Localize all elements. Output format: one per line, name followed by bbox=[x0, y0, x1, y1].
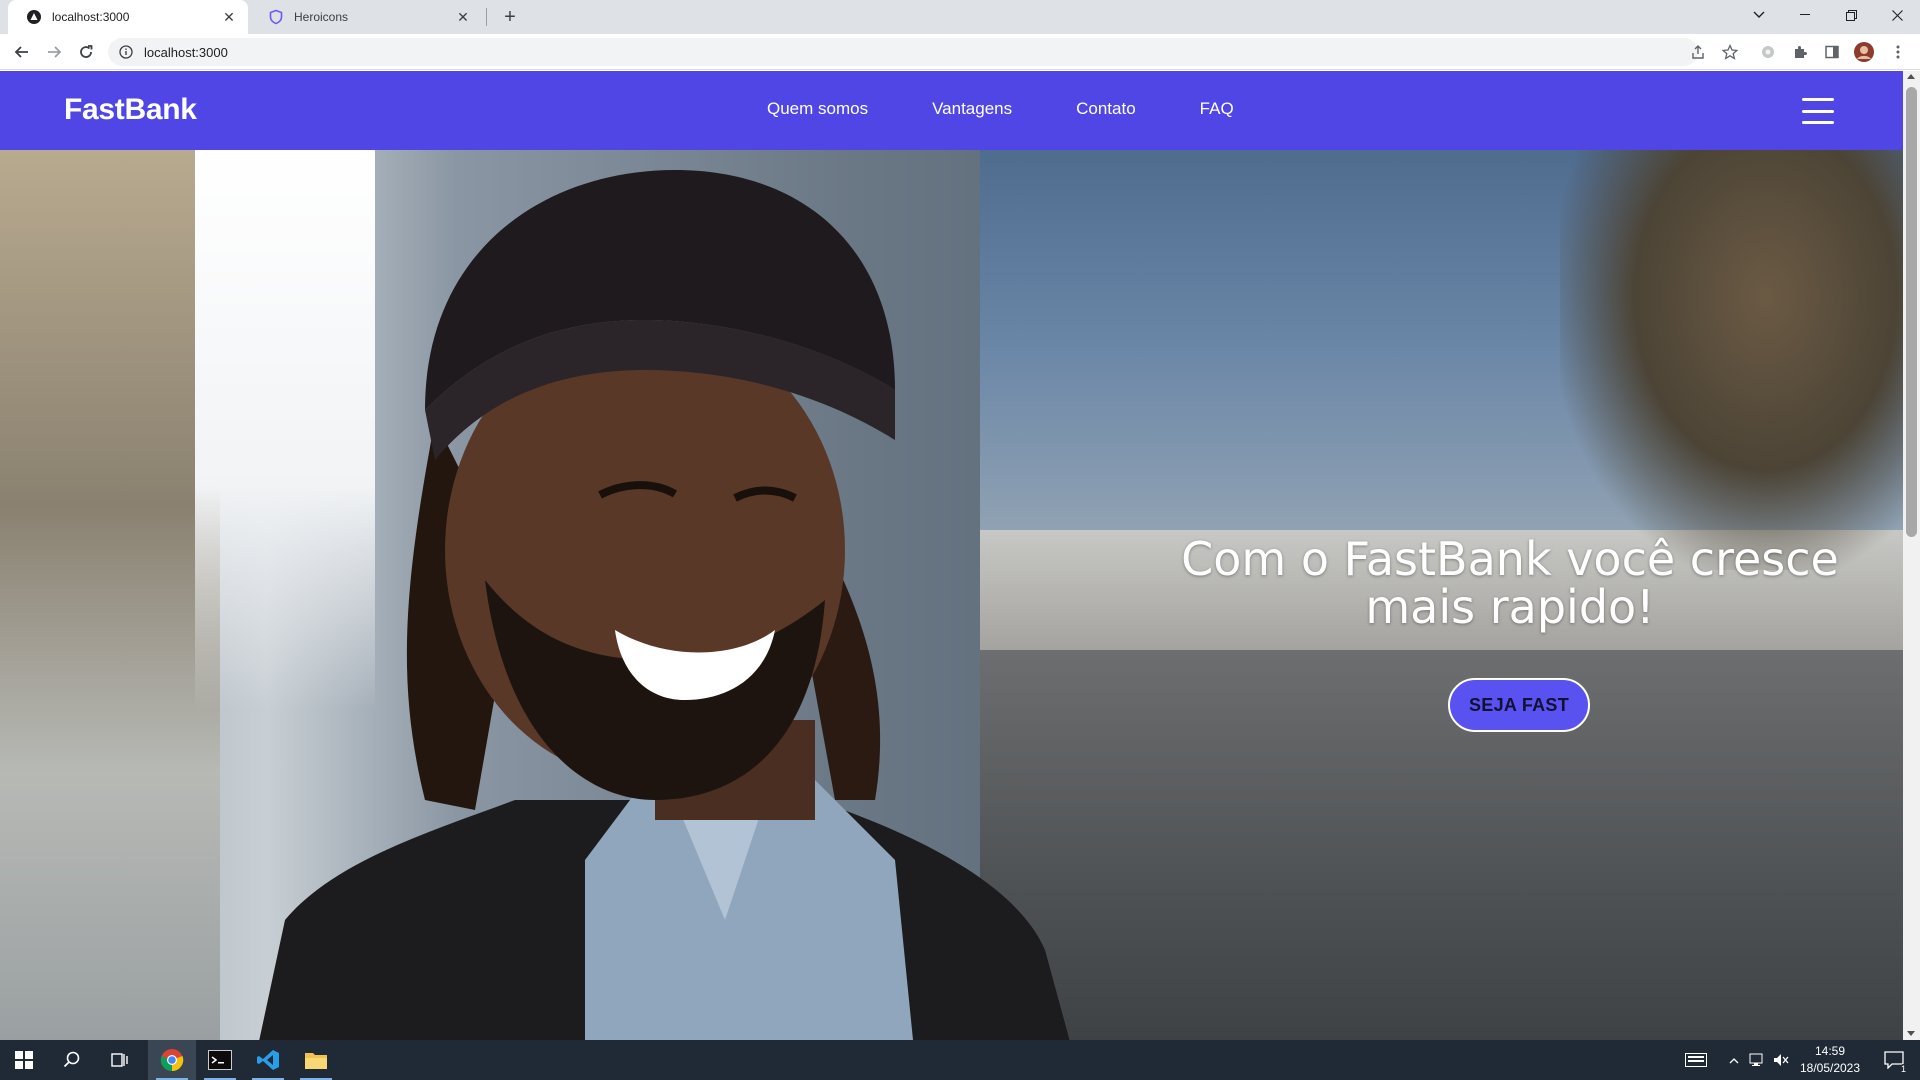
share-icon[interactable] bbox=[1686, 40, 1710, 64]
notification-count-badge: 1 bbox=[1898, 1064, 1908, 1074]
tab-title: localhost:3000 bbox=[52, 10, 130, 24]
nav-link-vantagens[interactable]: Vantagens bbox=[932, 99, 1012, 119]
keyboard-icon[interactable] bbox=[1680, 1040, 1712, 1080]
tab-search-chevron-icon[interactable] bbox=[1736, 0, 1782, 30]
chrome-icon[interactable] bbox=[148, 1040, 196, 1080]
hamburger-menu-icon[interactable] bbox=[1802, 98, 1834, 124]
page-scrollbar[interactable] bbox=[1903, 71, 1920, 1040]
scrollbar-thumb[interactable] bbox=[1906, 87, 1917, 537]
tab-localhost[interactable]: localhost:3000 ✕ bbox=[8, 0, 248, 34]
forward-arrow-icon[interactable] bbox=[40, 38, 68, 66]
star-icon[interactable] bbox=[1718, 40, 1742, 64]
close-icon[interactable]: ✕ bbox=[454, 8, 472, 26]
extension-puzzle-icon[interactable] bbox=[1788, 40, 1812, 64]
address-bar[interactable]: localhost:3000 bbox=[108, 38, 1698, 66]
browser-tab-strip: localhost:3000 ✕ Heroicons ✕ + bbox=[0, 0, 1920, 34]
file-explorer-icon[interactable] bbox=[292, 1040, 340, 1080]
url-text: localhost:3000 bbox=[144, 44, 228, 60]
nav-link-quem-somos[interactable]: Quem somos bbox=[767, 99, 868, 119]
minimize-button[interactable] bbox=[1782, 0, 1828, 30]
info-icon[interactable] bbox=[118, 44, 134, 60]
chevron-up-icon[interactable] bbox=[1724, 1040, 1744, 1080]
hero-background-trees bbox=[1560, 150, 1903, 570]
new-tab-button[interactable]: + bbox=[498, 5, 522, 29]
notifications-icon[interactable]: 1 bbox=[1876, 1040, 1912, 1080]
terminal-icon[interactable] bbox=[196, 1040, 244, 1080]
tab-heroicons[interactable]: Heroicons ✕ bbox=[250, 0, 482, 34]
seja-fast-button[interactable]: SEJA FAST bbox=[1448, 678, 1590, 732]
clock-time: 14:59 bbox=[1814, 1044, 1846, 1058]
shield-icon bbox=[268, 9, 284, 25]
nav-link-faq[interactable]: FAQ bbox=[1200, 99, 1234, 119]
scroll-down-arrow-icon[interactable] bbox=[1907, 1031, 1915, 1036]
brand-logo[interactable]: FastBank bbox=[64, 93, 197, 127]
close-window-button[interactable] bbox=[1874, 0, 1920, 30]
page-viewport: FastBank Quem somos Vantagens Contato FA… bbox=[0, 71, 1903, 1040]
vscode-icon[interactable] bbox=[244, 1040, 292, 1080]
clock-date: 18/05/2023 bbox=[1799, 1061, 1861, 1075]
site-navbar: FastBank Quem somos Vantagens Contato FA… bbox=[0, 71, 1903, 150]
browser-toolbar: localhost:3000 bbox=[0, 34, 1920, 70]
hero-section: Com o FastBank você cresce mais rapido! … bbox=[0, 150, 1903, 1040]
windows-start-icon[interactable] bbox=[0, 1040, 48, 1080]
hero-background-building bbox=[0, 150, 220, 1040]
extension-circle-icon[interactable] bbox=[1756, 40, 1780, 64]
tab-title: Heroicons bbox=[294, 10, 349, 24]
profile-avatar[interactable] bbox=[1852, 40, 1876, 64]
task-view-icon[interactable] bbox=[96, 1040, 144, 1080]
system-clock[interactable]: 14:59 18/05/2023 bbox=[1795, 1043, 1865, 1077]
side-panel-icon[interactable] bbox=[1820, 40, 1844, 64]
close-icon[interactable]: ✕ bbox=[220, 8, 238, 26]
back-arrow-icon[interactable] bbox=[8, 38, 36, 66]
nav-link-contato[interactable]: Contato bbox=[1076, 99, 1136, 119]
restore-button[interactable] bbox=[1828, 0, 1874, 30]
tab-divider bbox=[486, 8, 487, 26]
site-icon bbox=[26, 9, 42, 25]
main-nav: Quem somos Vantagens Contato FAQ bbox=[767, 99, 1298, 119]
menu-kebab-icon[interactable] bbox=[1886, 40, 1910, 64]
hero-headline: Com o FastBank você cresce mais rapido! bbox=[1150, 535, 1870, 631]
windows-taskbar: 14:59 18/05/2023 1 bbox=[0, 1040, 1920, 1080]
speaker-muted-icon[interactable] bbox=[1770, 1040, 1792, 1080]
reload-icon[interactable] bbox=[72, 38, 100, 66]
hero-headline-line-1: Com o FastBank você cresce bbox=[1181, 532, 1839, 586]
search-icon[interactable] bbox=[48, 1040, 96, 1080]
hero-headline-line-2: mais rapido! bbox=[1365, 580, 1655, 634]
network-icon[interactable] bbox=[1746, 1040, 1768, 1080]
scroll-up-arrow-icon[interactable] bbox=[1907, 74, 1915, 79]
